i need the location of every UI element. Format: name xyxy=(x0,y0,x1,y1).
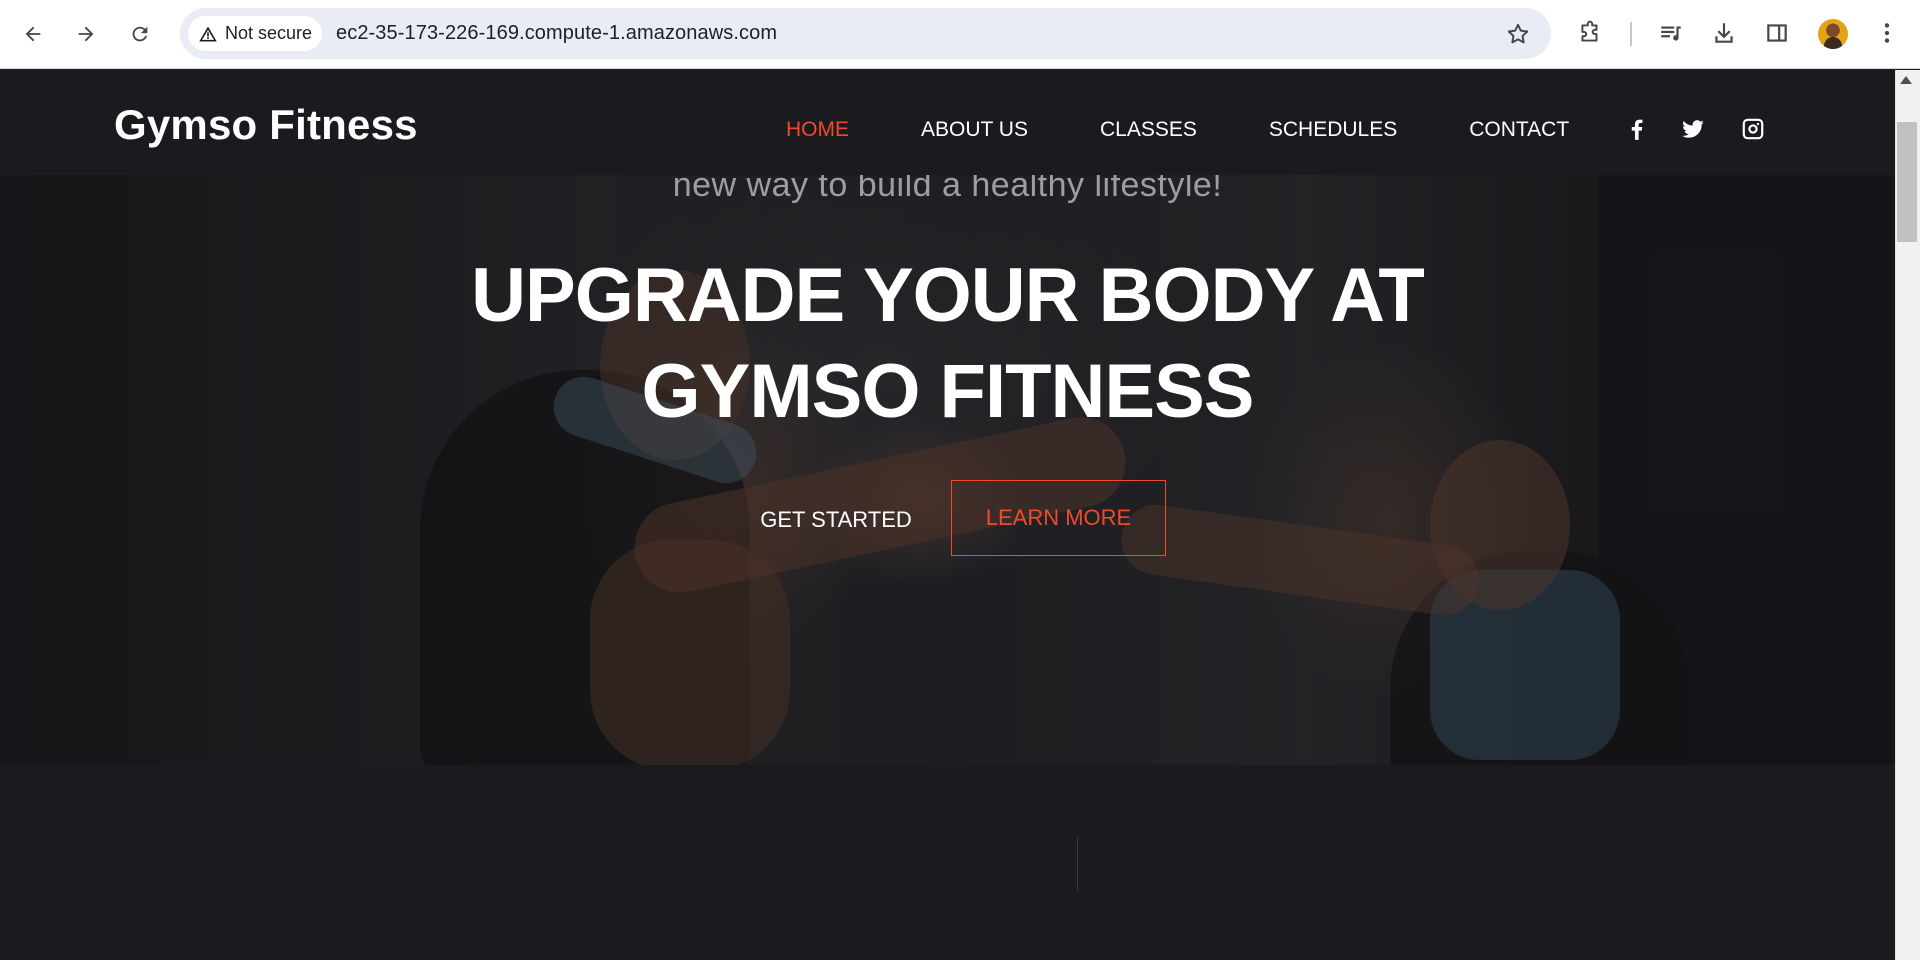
reload-icon[interactable] xyxy=(123,17,157,51)
nav-schedules[interactable]: SCHEDULES xyxy=(1269,118,1397,142)
address-bar[interactable]: Not secure ec2-35-173-226-169.compute-1.… xyxy=(180,8,1551,59)
hero-headline-line-2: GYMSO FITNESS xyxy=(641,349,1255,434)
profile-avatar[interactable] xyxy=(1818,19,1848,49)
url-text[interactable]: ec2-35-173-226-169.compute-1.amazonaws.c… xyxy=(336,22,777,45)
extensions-puzzle-icon[interactable] xyxy=(1576,19,1604,47)
section-divider-line xyxy=(1077,838,1078,890)
back-arrow-icon[interactable] xyxy=(16,17,50,51)
learn-more-button[interactable]: LEARN MORE xyxy=(951,480,1166,556)
security-label: Not secure xyxy=(225,23,313,43)
bookmark-star-icon[interactable] xyxy=(1505,21,1531,47)
nav-about-us[interactable]: ABOUT US xyxy=(921,118,1028,142)
twitter-icon[interactable] xyxy=(1678,114,1708,144)
toolbar-separator xyxy=(1630,22,1632,46)
warning-triangle-icon xyxy=(199,26,217,41)
hero-headline-line-1: UPGRADE YOUR BODY AT xyxy=(471,253,1425,338)
security-chip[interactable]: Not secure xyxy=(188,16,323,51)
browser-toolbar: Not secure ec2-35-173-226-169.compute-1.… xyxy=(0,0,1920,69)
main-nav: HOME ABOUT US CLASSES SCHEDULES CONTACT xyxy=(786,118,1569,142)
nav-classes[interactable]: CLASSES xyxy=(1100,118,1197,142)
more-vert-icon[interactable] xyxy=(1873,19,1901,47)
site-header: Gymso Fitness HOME ABOUT US CLASSES SCHE… xyxy=(0,70,1895,175)
download-icon[interactable] xyxy=(1710,19,1738,47)
site-logo[interactable]: Gymso Fitness xyxy=(114,101,418,149)
below-hero-section xyxy=(0,765,1895,960)
nav-contact[interactable]: CONTACT xyxy=(1469,118,1569,142)
facebook-icon[interactable] xyxy=(1622,114,1652,144)
page-viewport: new way to build a healthy lifestyle! UP… xyxy=(0,70,1895,960)
scroll-up-arrow-icon[interactable] xyxy=(1900,76,1912,84)
side-panel-icon[interactable] xyxy=(1763,19,1791,47)
instagram-icon[interactable] xyxy=(1738,114,1768,144)
forward-arrow-icon[interactable] xyxy=(69,17,103,51)
get-started-button[interactable]: GET STARTED xyxy=(728,482,944,558)
media-queue-icon[interactable] xyxy=(1657,19,1685,47)
hero-headline: UPGRADE YOUR BODY AT GYMSO FITNESS xyxy=(0,248,1895,440)
page-scrollbar-thumb[interactable] xyxy=(1897,122,1917,242)
nav-home[interactable]: HOME xyxy=(786,118,849,142)
